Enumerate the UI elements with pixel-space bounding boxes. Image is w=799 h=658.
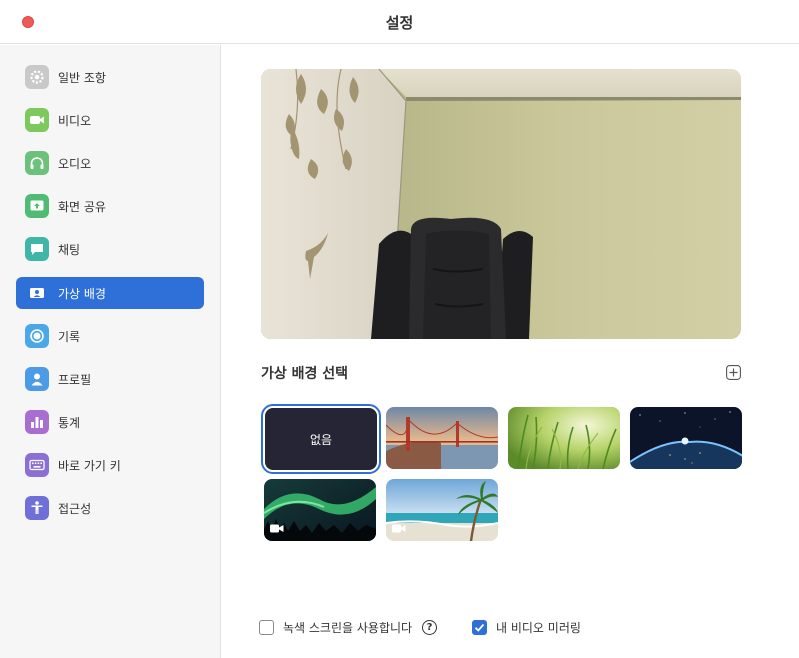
profile-icon: [25, 367, 49, 391]
green-screen-option[interactable]: 녹색 스크린을 사용합니다 ?: [259, 619, 438, 636]
sidebar-item-record[interactable]: 기록: [16, 320, 204, 352]
sidebar-item-label: 채팅: [58, 243, 81, 257]
record-icon: [25, 324, 49, 348]
green-screen-checkbox[interactable]: [259, 620, 274, 635]
background-aurora[interactable]: [264, 479, 376, 541]
sidebar-item-label: 화면 공유: [58, 200, 106, 214]
video-background-icon: [392, 524, 406, 533]
sidebar-item-keyboard-shortcuts[interactable]: 바로 가기 키: [16, 449, 204, 481]
video-camera-icon: [25, 108, 49, 132]
sidebar-item-label: 일반 조항: [58, 71, 106, 85]
sidebar-item-audio[interactable]: 오디오: [16, 147, 204, 179]
help-icon[interactable]: ?: [422, 620, 438, 635]
virtual-background-icon: [25, 281, 49, 305]
sidebar-item-accessibility[interactable]: 접근성: [16, 492, 204, 524]
camera-preview: [261, 69, 741, 339]
sidebar-item-general[interactable]: 일반 조항: [16, 61, 204, 93]
sidebar-item-label: 가상 배경: [58, 287, 106, 301]
background-none[interactable]: 없음: [261, 404, 381, 474]
sidebar-item-virtual-background[interactable]: 가상 배경: [16, 277, 204, 309]
gear-icon: [25, 65, 49, 89]
video-background-icon: [270, 524, 284, 533]
settings-window: 설정 일반 조항 비디오 오디오 화면 공유 채팅 가상 배경 기록 프로필 통…: [0, 0, 799, 658]
sidebar-item-statistics[interactable]: 통계: [16, 406, 204, 438]
green-screen-label: 녹색 스크린을 사용합니다: [283, 621, 413, 635]
title-bar: 설정: [0, 0, 799, 44]
window-title: 설정: [385, 14, 414, 32]
chat-icon: [25, 237, 49, 261]
sidebar-item-label: 통계: [58, 416, 81, 430]
sidebar-item-video[interactable]: 비디오: [16, 104, 204, 136]
plus-icon: [726, 365, 741, 380]
statistics-icon: [25, 410, 49, 434]
sidebar-item-chat[interactable]: 채팅: [16, 233, 204, 265]
background-earth-from-space[interactable]: [630, 407, 742, 469]
keyboard-icon: [25, 453, 49, 477]
mirror-video-checkbox[interactable]: [472, 620, 487, 635]
sidebar-item-label: 비디오: [58, 114, 92, 128]
virtual-background-panel: 가상 배경 선택 없음 녹색 스크린을 사용합니다 ? 내 비디오 미러링: [221, 45, 799, 658]
add-background-button[interactable]: [726, 365, 741, 380]
background-golden-gate-bridge[interactable]: [386, 407, 498, 469]
sidebar-item-label: 프로필: [58, 373, 92, 387]
sidebar-item-label: 접근성: [58, 502, 92, 516]
sidebar-item-profile[interactable]: 프로필: [16, 363, 204, 395]
share-screen-icon: [25, 194, 49, 218]
mirror-video-label: 내 비디오 미러링: [496, 621, 581, 635]
settings-sidebar: 일반 조항 비디오 오디오 화면 공유 채팅 가상 배경 기록 프로필 통계 바…: [0, 45, 221, 658]
sidebar-item-share-screen[interactable]: 화면 공유: [16, 190, 204, 222]
sidebar-item-label: 오디오: [58, 157, 92, 171]
background-grass[interactable]: [508, 407, 620, 469]
sidebar-item-label: 바로 가기 키: [58, 459, 121, 473]
checkmark-icon: [474, 623, 485, 632]
headphones-icon: [25, 151, 49, 175]
background-beach[interactable]: [386, 479, 498, 541]
sidebar-item-label: 기록: [58, 330, 81, 344]
mirror-video-option[interactable]: 내 비디오 미러링: [472, 619, 581, 636]
accessibility-icon: [25, 496, 49, 520]
section-title: 가상 배경 선택: [261, 366, 349, 382]
background-none-label: 없음: [309, 433, 333, 447]
